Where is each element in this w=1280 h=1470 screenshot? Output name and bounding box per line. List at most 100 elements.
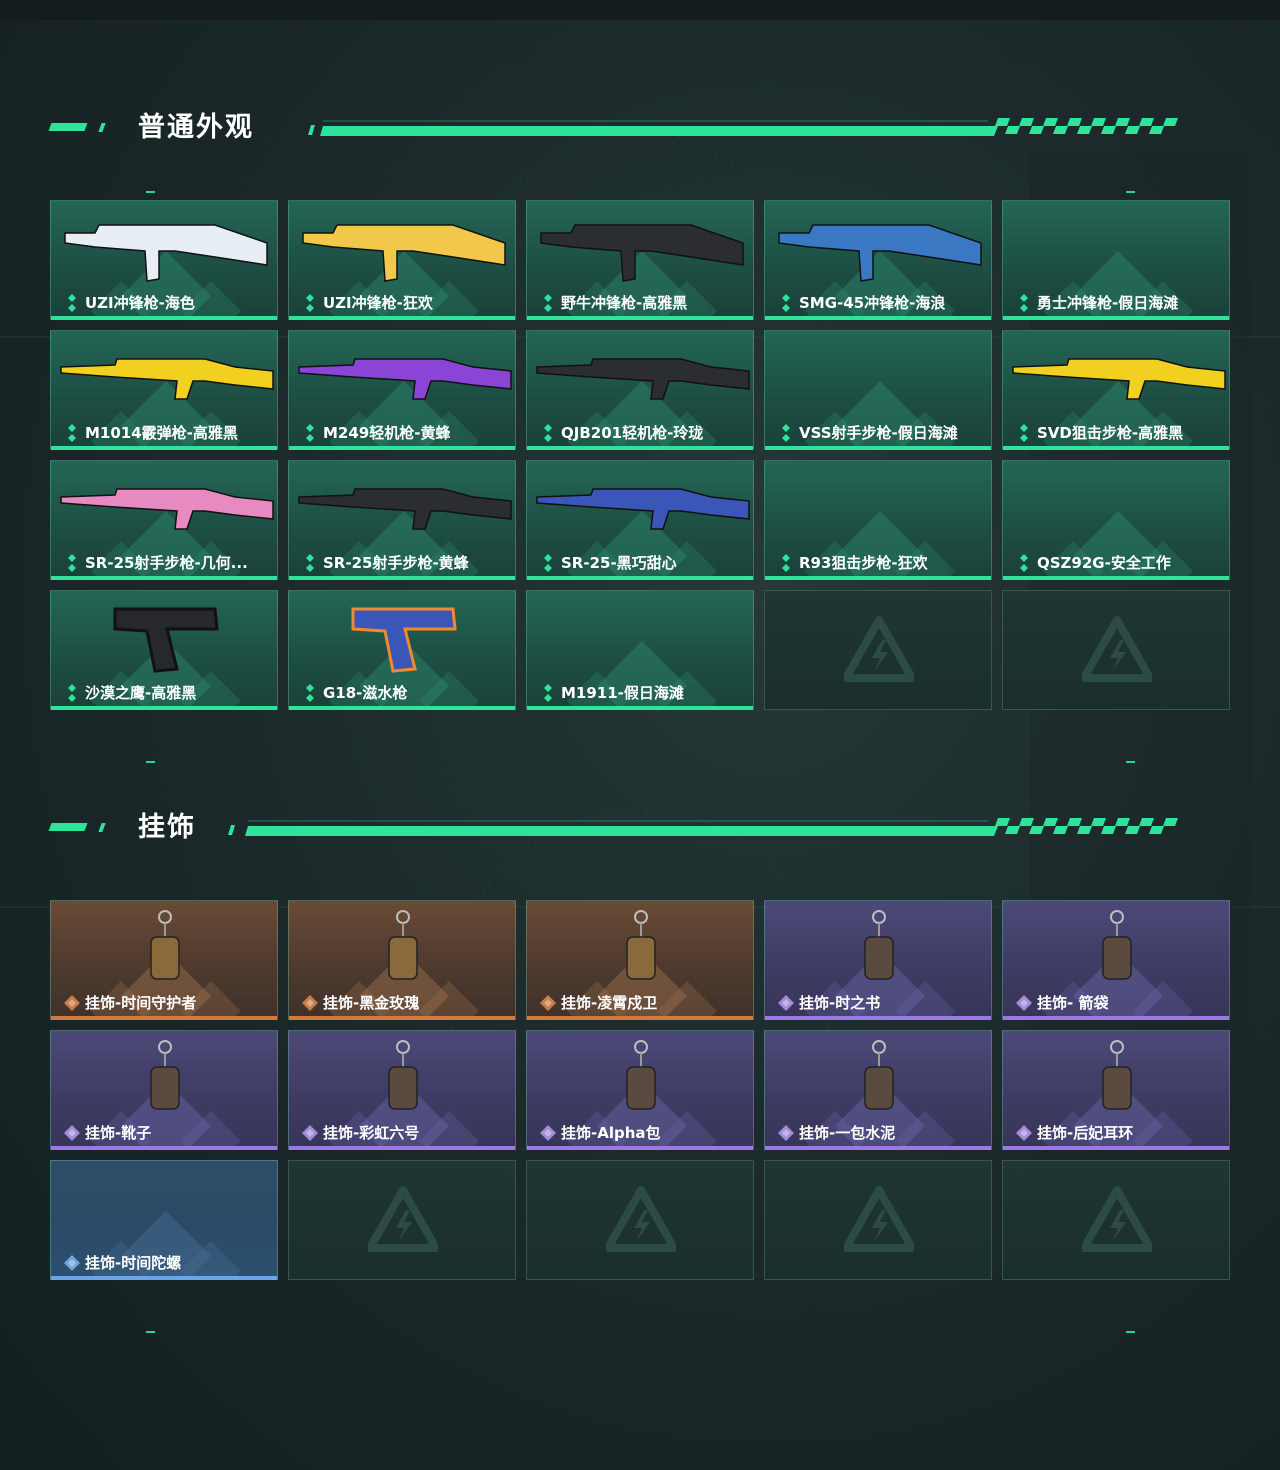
skin-card[interactable]: SR-25射手步枪-几何... <box>50 460 278 580</box>
rarity-icon <box>544 424 552 442</box>
charm-card[interactable]: 挂饰-黑金玫瑰 <box>288 900 516 1020</box>
rarity-bar <box>1003 446 1229 450</box>
corner-tick <box>1126 761 1135 763</box>
skin-card[interactable]: R93狙击步枪-狂欢 <box>764 460 992 580</box>
skin-card[interactable]: 野牛冲锋枪-高雅黑 <box>526 200 754 320</box>
lmg-icon <box>536 358 750 400</box>
charm-card[interactable]: 挂饰-凌霄戍卫 <box>526 900 754 1020</box>
charm-card[interactable]: 挂饰-时之书 <box>764 900 992 1020</box>
empty-slot <box>1002 1160 1230 1280</box>
empty-slot <box>1002 590 1230 710</box>
rarity-icon <box>68 294 76 312</box>
item-label: R93狙击步枪-狂欢 <box>799 554 928 572</box>
skin-card[interactable]: G18-滋水枪 <box>288 590 516 710</box>
skin-card[interactable]: SVD狙击步枪-高雅黑 <box>1002 330 1230 450</box>
item-label: M249轻机枪-黄蜂 <box>323 424 451 442</box>
skin-card[interactable]: VSS射手步枪-假日海滩 <box>764 330 992 450</box>
rarity-icon <box>544 554 552 572</box>
rarity-icon <box>64 1125 80 1141</box>
item-label: SMG-45冲锋枪-海浪 <box>799 294 946 312</box>
item-label: UZI冲锋枪-狂欢 <box>323 294 433 312</box>
header-dash <box>48 823 88 831</box>
charm-card[interactable]: 挂饰-一包水泥 <box>764 1030 992 1150</box>
charm-card[interactable]: 挂饰- 箭袋 <box>1002 900 1230 1020</box>
rarity-bar <box>765 576 991 580</box>
rarity-icon <box>544 684 552 702</box>
charm-card[interactable]: 挂饰-靴子 <box>50 1030 278 1150</box>
item-label: QJB201轻机枪-玲珑 <box>561 424 704 442</box>
skin-card[interactable]: SMG-45冲锋枪-海浪 <box>764 200 992 320</box>
skin-card[interactable]: QJB201轻机枪-玲珑 <box>526 330 754 450</box>
rarity-icon <box>302 995 318 1011</box>
empty-slot <box>526 1160 754 1280</box>
charm-icon <box>864 910 894 980</box>
lmg-icon <box>298 358 512 400</box>
rarity-icon <box>1020 294 1028 312</box>
skin-card[interactable]: UZI冲锋枪-狂欢 <box>288 200 516 320</box>
shotgun-icon <box>60 358 274 400</box>
item-label: SR-25射手步枪-黄蜂 <box>323 554 469 572</box>
header-dash <box>48 123 88 131</box>
item-label: 挂饰-时间陀螺 <box>85 1254 182 1272</box>
pistol-icon <box>113 607 219 673</box>
rarity-bar <box>289 316 515 320</box>
rarity-icon <box>540 995 556 1011</box>
marksman-rifle-icon <box>298 488 512 530</box>
charm-card[interactable]: 挂饰-Alpha包 <box>526 1030 754 1150</box>
placeholder-logo-icon <box>844 1186 914 1252</box>
charm-card[interactable]: 挂饰-后妃耳环 <box>1002 1030 1230 1150</box>
uzi-smg-icon <box>302 224 506 282</box>
charm-icon <box>626 910 656 980</box>
skin-card[interactable]: M1911-假日海滩 <box>526 590 754 710</box>
charm-card[interactable]: 挂饰-时间守护者 <box>50 900 278 1020</box>
skin-card[interactable]: 沙漠之鹰-高雅黑 <box>50 590 278 710</box>
section-title: 普通外观 <box>138 112 254 143</box>
rarity-icon <box>68 684 76 702</box>
item-label: 挂饰-彩虹六号 <box>323 1124 420 1142</box>
item-label: 挂饰-时间守护者 <box>85 994 197 1012</box>
sniper-rifle-icon <box>1012 358 1226 400</box>
item-label: VSS射手步枪-假日海滩 <box>799 424 958 442</box>
item-label: 挂饰-靴子 <box>85 1124 152 1142</box>
charm-icon <box>150 910 180 980</box>
item-label: UZI冲锋枪-海色 <box>85 294 195 312</box>
rarity-bar <box>51 316 277 320</box>
empty-slot <box>288 1160 516 1280</box>
skin-card[interactable]: QSZ92G-安全工作 <box>1002 460 1230 580</box>
charm-card[interactable]: 挂饰-时间陀螺 <box>50 1160 278 1280</box>
rarity-icon <box>782 424 790 442</box>
charm-icon <box>1102 910 1132 980</box>
rarity-icon <box>782 294 790 312</box>
rarity-bar <box>289 576 515 580</box>
header-bar <box>228 818 1178 836</box>
charm-icon <box>864 1040 894 1110</box>
placeholder-logo-icon <box>368 1186 438 1252</box>
rarity-bar <box>51 706 277 710</box>
rarity-bar <box>765 446 991 450</box>
skin-card[interactable]: SR-25射手步枪-黄蜂 <box>288 460 516 580</box>
rarity-bar <box>765 1146 991 1150</box>
charm-grid: 挂饰-时间守护者 挂饰-黑金玫瑰 挂饰-凌霄戍卫 挂饰-时之书 挂饰- 箭袋 挂饰-靴子挂… <box>50 900 1230 1280</box>
skin-card[interactable]: M249轻机枪-黄蜂 <box>288 330 516 450</box>
rarity-icon <box>302 1125 318 1141</box>
skin-card[interactable]: UZI冲锋枪-海色 <box>50 200 278 320</box>
water-pistol-icon <box>351 607 457 673</box>
skin-card[interactable]: M1014霰弹枪-高雅黑 <box>50 330 278 450</box>
rarity-bar <box>51 1016 277 1020</box>
uzi-smg-icon <box>64 224 268 282</box>
rarity-icon <box>544 294 552 312</box>
rarity-icon <box>306 294 314 312</box>
rarity-icon <box>68 424 76 442</box>
rarity-bar <box>527 1016 753 1020</box>
item-label: 挂饰-Alpha包 <box>561 1124 661 1142</box>
charm-card[interactable]: 挂饰-彩虹六号 <box>288 1030 516 1150</box>
rarity-icon <box>306 684 314 702</box>
skin-card[interactable]: SR-25-黑巧甜心 <box>526 460 754 580</box>
rarity-icon <box>306 554 314 572</box>
marksman-rifle-icon <box>60 488 274 530</box>
rarity-bar <box>765 316 991 320</box>
corner-tick <box>1126 191 1135 193</box>
skin-card[interactable]: 勇士冲锋枪-假日海滩 <box>1002 200 1230 320</box>
rarity-icon <box>778 995 794 1011</box>
rarity-icon <box>1016 1125 1032 1141</box>
